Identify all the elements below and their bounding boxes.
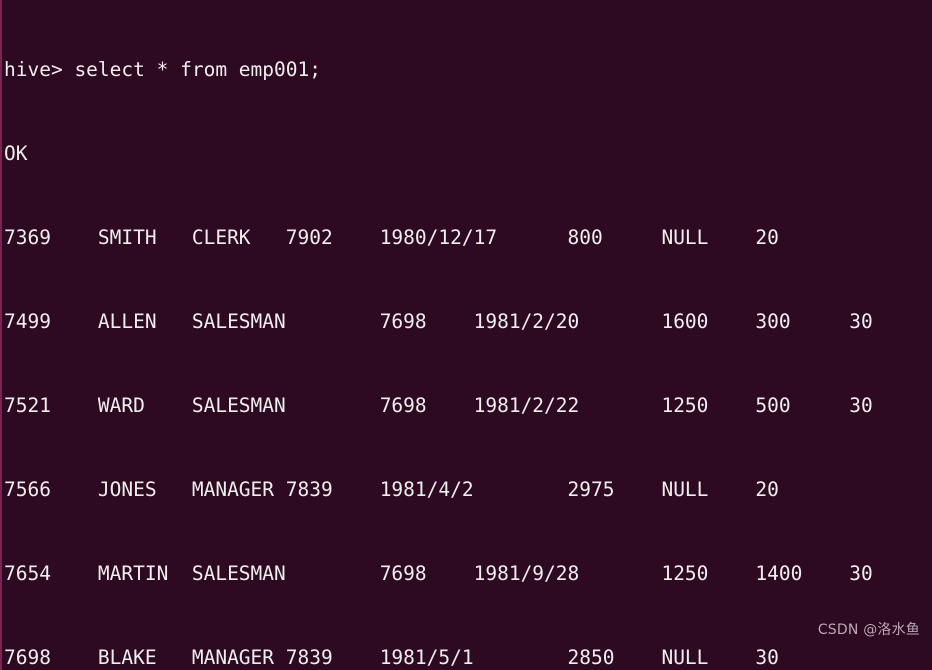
terminal-line: hive> select * from emp001; [4,58,321,81]
terminal-line: 7654 MARTIN SALESMAN 7698 1981/9/28 1250… [4,562,873,585]
terminal-window[interactable]: hive> select * from emp001; OK 7369 SMIT… [0,0,932,670]
terminal-line: 7499 ALLEN SALESMAN 7698 1981/2/20 1600 … [4,310,873,333]
terminal-line: 7698 BLAKE MANAGER 7839 1981/5/1 2850 NU… [4,646,779,669]
window-left-edge [0,0,2,670]
terminal-line: 7521 WARD SALESMAN 7698 1981/2/22 1250 5… [4,394,873,417]
terminal-line: 7369 SMITH CLERK 7902 1980/12/17 800 NUL… [4,226,779,249]
terminal-line: 7566 JONES MANAGER 7839 1981/4/2 2975 NU… [4,478,779,501]
csdn-watermark: CSDN @洛水鱼 [817,622,920,638]
terminal-output-area[interactable]: hive> select * from emp001; OK 7369 SMIT… [4,0,932,670]
terminal-line: OK [4,142,28,165]
